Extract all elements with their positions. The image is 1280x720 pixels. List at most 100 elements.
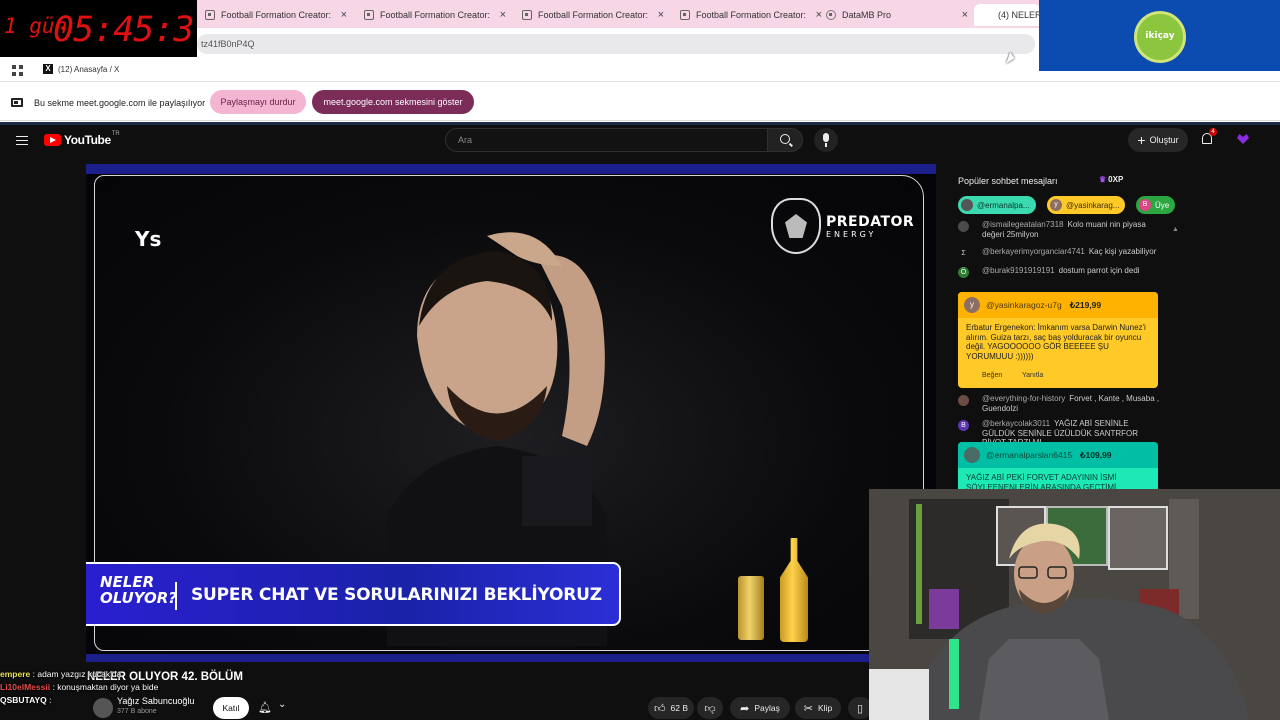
like-button[interactable]: 👍︎ 62 B [648,697,694,719]
apps-grid-icon[interactable] [12,65,23,76]
chat-message: @everything-for-history Forvet , Kante , … [958,394,1164,413]
streamer-webcam [869,489,1280,720]
user-avatar: y [964,297,980,313]
chat-header[interactable]: Popüler sohbet mesajları [958,176,1058,186]
share-arrow-icon: ➦ [740,702,750,715]
scissors-icon: ✂ [803,702,814,715]
chip-label: @ermanalpa... [977,200,1030,210]
chat-text: dostum parrot için dedi [1058,266,1140,275]
clip-label: Klip [818,703,833,713]
user-avatar [961,199,973,211]
superchat-text: Erbatur Ergenekon: İmkanım varsa Darwin … [966,323,1146,361]
user-avatar: B [1139,199,1151,211]
user-avatar: Ö [958,267,969,278]
tab-football-3[interactable]: Football Formation Creator: Re × [514,4,664,26]
thumbs-up-icon: 👍︎ [654,702,666,715]
subscriber-count: 377 B abone [117,708,157,715]
bookmark-label: (12) Anasayfa / X [58,64,120,74]
user-avatar [964,447,980,463]
video-progress-bar[interactable] [86,654,936,662]
video-player[interactable]: Ys PREDATOR ENERGY NELER OLUYOR? SUPER C… [86,164,936,662]
close-icon[interactable]: × [341,9,347,21]
chat-user[interactable]: @berkaycolak3011 [982,419,1050,428]
tab-youtube-active[interactable]: (4) NELER O [974,4,1040,141]
thumbs-down-icon: 👎︎ [704,702,716,715]
close-icon[interactable]: × [962,9,968,21]
webcam-scene [869,489,1280,720]
chat-user: Li10elMessii [0,682,51,692]
clip-button[interactable]: ✂ Klip [795,697,841,719]
members-chip[interactable]: B Üye [1136,196,1176,214]
lion-crest-icon [771,198,821,254]
chat-text: : [49,695,52,705]
chat-text: : adam yazgız kucak'da [32,669,122,679]
chat-message: @ismailegeatalan7318 Kolo muani nin piyas… [958,220,1164,239]
superchat-amount: ₺109,99 [1080,449,1112,460]
super-chat-banner: NELER OLUYOR? SUPER CHAT VE SORULARINIZI… [86,562,621,626]
tab-title: Football Formation Creator: Re [696,10,808,20]
chat-user[interactable]: @berkayerimyorganciar4741 [982,247,1085,256]
chat-message: Σ @berkayerimyorganciar4741 Kaç kişi yaza… [958,247,1164,257]
user-avatar [958,221,969,232]
bookmark-x-home[interactable]: X (12) Anasayfa / X [43,64,119,74]
like-link[interactable]: Beğen [982,372,1002,379]
chat-text: Kaç kişi yazabiliyor [1088,247,1157,256]
tab-football-4[interactable]: Football Formation Creator: Re × [672,4,822,26]
tab-title: Football Formation Creator: Re [221,10,333,20]
banner-text: SUPER CHAT VE SORULARINIZI BEKLİYORUZ [191,585,602,605]
live-chat-panel: Popüler sohbet mesajları 0XP @ermanalpa.… [944,168,1184,498]
superchat-user[interactable]: @yasinkaragoz-u7g [986,300,1062,310]
tab-title: (4) NELER O [998,10,1040,20]
search-button[interactable] [767,128,803,152]
share-button[interactable]: ➦ Paylaş [730,697,790,719]
banner-divider [175,582,177,610]
region-code: TR [111,131,120,137]
create-button[interactable]: + Oluştur [1128,128,1188,152]
user-avatar: y [1050,199,1062,211]
globe-icon [826,10,836,20]
superchat-user[interactable]: @ermanalparslan6415 [986,450,1072,460]
chat-user[interactable]: @burak9191919191 [982,266,1055,275]
user-avatar [958,395,969,406]
account-avatar[interactable] [1237,134,1249,144]
show-meet-tab-button[interactable]: meet.google.com sekmesini göster [312,90,474,114]
like-count: 62 B [670,703,689,713]
screen: Football Formation Creator: Re × Footbal… [0,0,1280,720]
doc-icon [680,10,690,20]
dislike-button[interactable]: 👎︎ [697,697,723,719]
doc-icon [205,10,215,20]
stop-sharing-button[interactable]: Paylaşmayı durdur [210,90,306,114]
user-avatar: Σ [961,250,966,257]
pinned-superchat-chip-2[interactable]: y @yasinkarag... [1047,196,1126,214]
url-input[interactable]: tz41fB0nP4Q [197,34,1035,54]
close-icon[interactable]: × [658,9,664,21]
voice-search-button[interactable] [814,128,838,152]
stream-overlay-chat: empere : adam yazgız kucak'da Li10elMess… [0,668,320,707]
search-input[interactable]: Ara [445,128,768,152]
reply-link[interactable]: Yanıtla [1022,372,1043,379]
chat-user: empere [0,669,31,679]
tab-title: Football Formation Creator: Re [538,10,650,20]
ys-channel-logo: Ys [135,206,161,257]
youtube-logo[interactable]: YouTube TR [44,131,120,147]
chat-user[interactable]: @everything-for-history [982,394,1065,403]
chat-user[interactable]: @ismailegeatalan7318 [982,220,1064,229]
close-icon[interactable]: × [500,9,506,21]
tab-title: Football Formation Creator: Re [380,10,492,20]
xp-badge: 0XP [1099,175,1123,184]
menu-icon[interactable] [16,136,28,145]
plus-icon: + [1137,132,1146,148]
ikicay-logo: ikiçay [1134,11,1186,63]
pinned-superchat-chip-1[interactable]: @ermanalpa... [958,196,1036,214]
tab-football-1[interactable]: Football Formation Creator: Re × [197,4,347,26]
youtube-wordmark: YouTube [64,133,111,147]
chip-label: Üye [1155,200,1170,210]
chat-text: : konuşmaktan diyor ya bide [52,682,159,692]
tab-football-2[interactable]: Football Formation Creator: Re × [356,4,506,26]
overlay-chat-line: Li10elMessii : konuşmaktan diyor ya bide [0,681,320,694]
tab-datamb[interactable]: DataMB Pro × [818,4,968,26]
doc-icon [522,10,532,20]
timer-clock: 05:45:3 [53,10,195,50]
sponsor-name: ikiçay [1145,31,1175,41]
scroll-up-arrow-icon[interactable]: ▲ [1172,226,1179,233]
